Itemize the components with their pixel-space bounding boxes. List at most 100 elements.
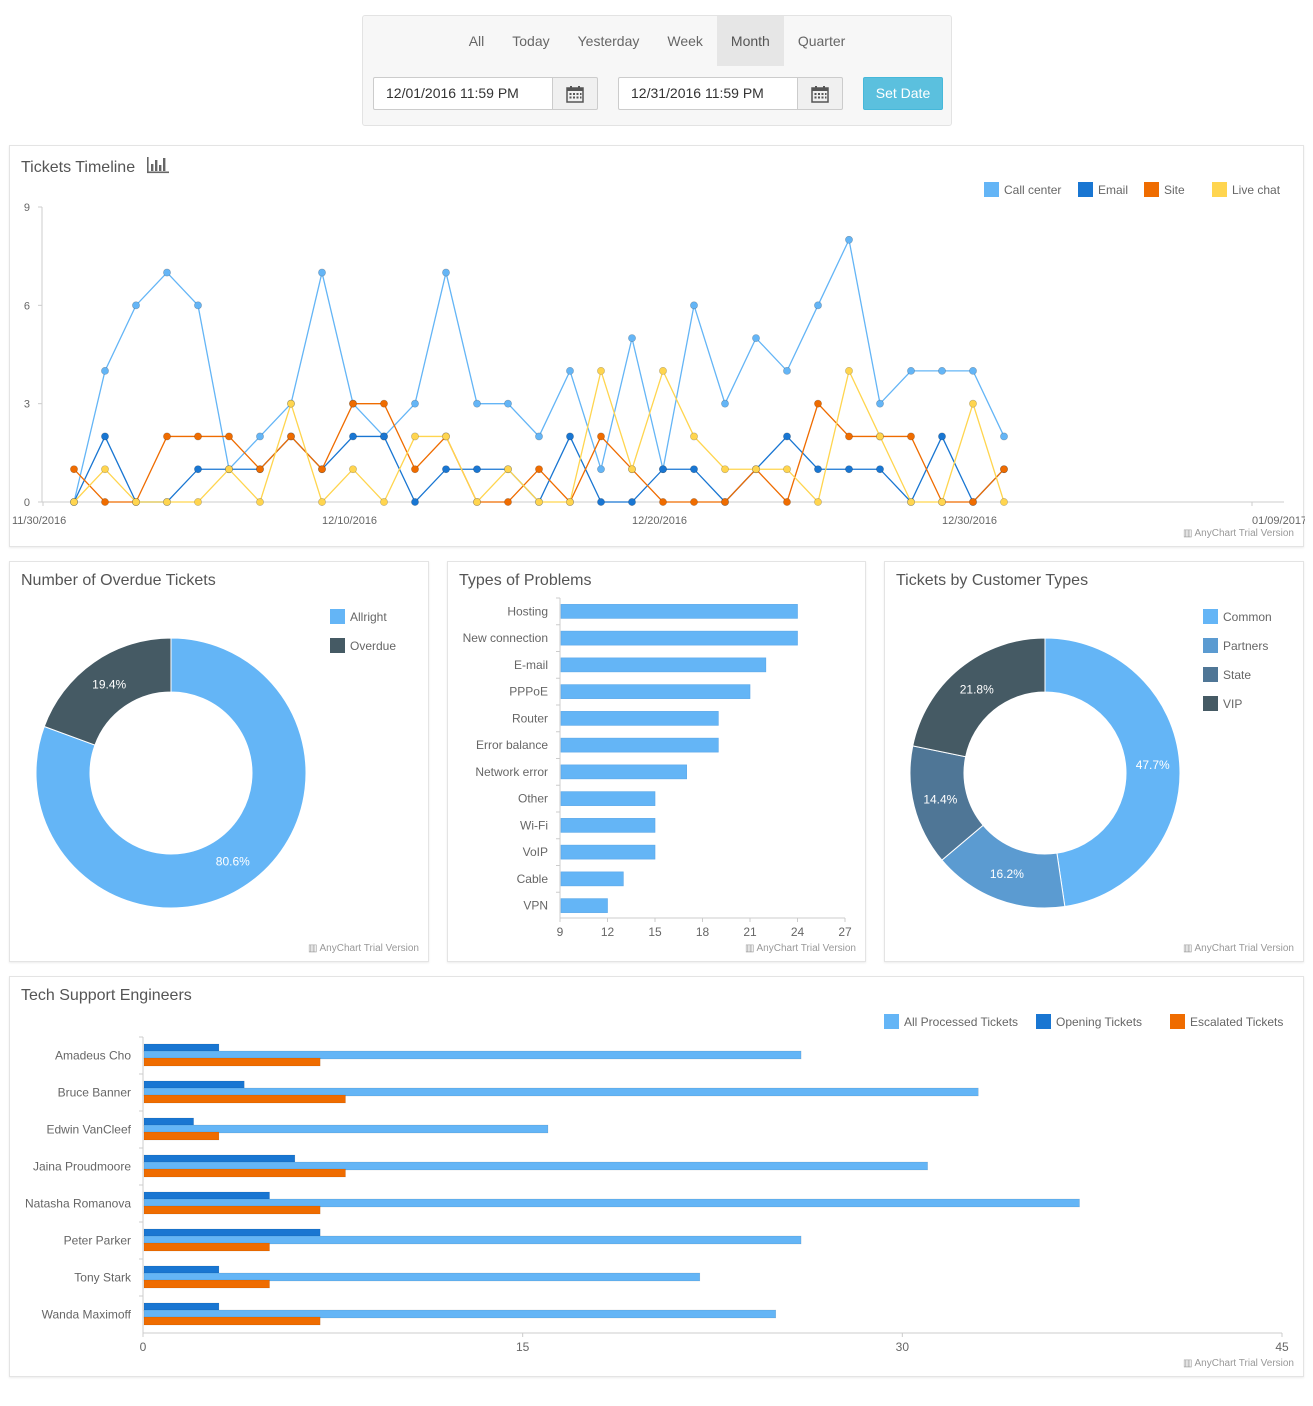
legend-label-all-processed-tickets: All Processed Tickets <box>904 1015 1018 1029</box>
data-point-email <box>938 432 946 441</box>
end-date-input[interactable]: 12/31/2016 11:59 PM <box>618 77 798 110</box>
x-tick-label: 01/09/2017 <box>1252 515 1305 527</box>
category-label: E-mail <box>514 658 548 672</box>
tab-today[interactable]: Today <box>498 16 563 66</box>
bar-other <box>560 791 656 806</box>
bar-escalated-tickets <box>143 1242 270 1252</box>
data-point-email <box>194 465 202 474</box>
legend-label-overdue: Overdue <box>350 639 396 653</box>
anychart-credit: ▥ AnyChart Trial Version <box>1183 943 1294 954</box>
data-point-live-chat <box>628 465 636 474</box>
data-point-call-center <box>163 268 171 277</box>
data-point-call-center <box>194 301 202 310</box>
slice-label: 16.2% <box>990 867 1024 881</box>
bar-escalated-tickets <box>143 1057 321 1067</box>
tab-quarter[interactable]: Quarter <box>784 16 859 66</box>
tab-yesterday[interactable]: Yesterday <box>564 16 654 66</box>
data-point-live-chat <box>876 432 884 441</box>
data-point-call-center <box>566 366 574 375</box>
data-point-live-chat <box>411 432 419 441</box>
legend-swatch-common <box>1203 609 1218 624</box>
data-point-call-center <box>132 301 140 310</box>
data-point-live-chat <box>969 399 977 408</box>
bar-hosting <box>560 604 798 619</box>
data-point-email <box>380 432 388 441</box>
date-filter-panel: All Today Yesterday Week Month Quarter 12/01/… <box>362 15 952 126</box>
problem-types-panel: Types of Problems Hosting New connection E… <box>447 561 866 962</box>
y-tick-label: 0 <box>24 497 30 509</box>
customer-types-donut-chart: 47.7% 16.2% 14.4% 21.8% Common Partners State V… <box>909 609 1272 909</box>
bar-escalated-tickets <box>143 1131 220 1141</box>
end-calendar-button[interactable] <box>798 77 843 110</box>
category-label: Cable <box>517 872 549 886</box>
data-point-live-chat <box>473 498 481 506</box>
data-point-live-chat <box>907 498 915 506</box>
data-point-email <box>473 465 481 474</box>
x-tick-label: 11/30/2016 <box>12 515 66 527</box>
set-date-button[interactable]: Set Date <box>863 77 943 110</box>
data-point-call-center <box>597 465 605 474</box>
slice-label: 14.4% <box>923 793 957 807</box>
slice-label: 19.4% <box>92 677 126 691</box>
donut-slice-overdue <box>43 637 172 746</box>
data-point-email <box>597 498 605 506</box>
data-point-live-chat <box>101 465 109 474</box>
data-point-site <box>411 465 419 474</box>
data-point-email <box>566 432 574 441</box>
bar-escalated-tickets <box>143 1094 346 1104</box>
category-label: Other <box>518 792 548 806</box>
period-tabs: All Today Yesterday Week Month Quarter <box>363 16 951 66</box>
legend-swatch-call-center <box>984 182 999 197</box>
legend-swatch-overdue <box>330 638 345 653</box>
series-line-site <box>73 402 1005 504</box>
data-point-live-chat <box>256 498 264 506</box>
category-label: Error balance <box>476 738 548 752</box>
category-label: New connection <box>463 631 548 645</box>
legend-label-site: Site <box>1164 183 1185 197</box>
data-point-live-chat <box>659 366 667 375</box>
start-calendar-button[interactable] <box>553 77 598 110</box>
legend-swatch-site <box>1144 182 1159 197</box>
data-point-call-center <box>411 399 419 408</box>
calendar-icon <box>811 85 829 103</box>
x-tick-label: 12/20/2016 <box>632 515 687 527</box>
bar-router <box>560 711 719 726</box>
tickets-timeline-panel: Tickets Timeline 0 3 6 9 11/30/2016 12/10/201… <box>9 145 1305 547</box>
data-point-live-chat <box>566 498 574 506</box>
data-point-live-chat <box>690 432 698 441</box>
data-point-site <box>783 498 791 506</box>
category-label: Wi-Fi <box>520 818 548 832</box>
anychart-credit: ▥ AnyChart Trial Version <box>308 943 419 954</box>
data-point-email <box>814 465 822 474</box>
tab-all[interactable]: All <box>455 16 499 66</box>
chart-credit-icon: ▥ <box>308 943 318 954</box>
data-point-email <box>845 465 853 474</box>
series-line-call-center <box>73 237 1005 503</box>
tab-month[interactable]: Month <box>716 16 784 66</box>
category-label: VoIP <box>523 845 548 859</box>
data-point-live-chat <box>225 465 233 474</box>
legend-swatch-state <box>1203 667 1218 682</box>
legend-label-common: Common <box>1223 610 1272 624</box>
chart-credit-icon: ▥ <box>1183 943 1193 954</box>
data-point-email <box>411 498 419 506</box>
x-tick-label: 12/30/2016 <box>942 515 997 527</box>
tech-support-engineers-panel: Tech Support Engineers Amadeus Cho Bruce … <box>9 976 1304 1377</box>
category-label: Router <box>512 711 548 725</box>
data-point-site <box>70 465 78 474</box>
tab-week[interactable]: Week <box>653 16 717 66</box>
start-date-input[interactable]: 12/01/2016 11:59 PM <box>373 77 553 110</box>
data-point-live-chat <box>132 498 140 506</box>
data-point-email <box>628 498 636 506</box>
data-point-live-chat <box>845 366 853 375</box>
data-point-email <box>349 432 357 441</box>
data-point-call-center <box>783 366 791 375</box>
data-point-site <box>535 465 543 474</box>
data-point-live-chat <box>442 432 450 441</box>
data-point-site <box>194 432 202 441</box>
data-point-site <box>1000 465 1008 474</box>
data-point-live-chat <box>814 498 822 506</box>
data-point-email <box>442 465 450 474</box>
bar-voip <box>560 844 656 860</box>
data-point-call-center <box>535 432 543 441</box>
